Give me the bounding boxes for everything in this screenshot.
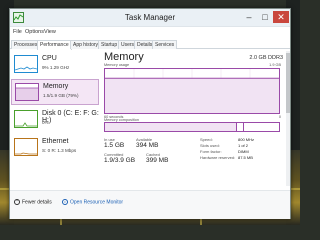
memory-model: 2.0 GB DDR3 — [249, 55, 283, 61]
memory-usage-graph — [105, 69, 279, 113]
stat-value-in-use: 1.5 GB — [104, 142, 125, 149]
open-resource-monitor-link[interactable]: • Open Resource Monitor — [62, 199, 123, 205]
detail-value-form-factor: DIMM — [238, 149, 249, 154]
detail-value-slots: 1 of 2 — [238, 143, 249, 148]
vertical-scrollbar[interactable] — [286, 51, 290, 186]
ethernet-sparkline — [15, 152, 37, 155]
time-axis-end: 0 — [278, 115, 281, 119]
resource-detail: 9% 1.29 GHz — [42, 65, 70, 70]
memory-panel: Memory 2.0 GB DDR3 Memory usage 1.9 GB 6… — [102, 51, 285, 186]
resource-detail: 1.5/1.9 GB (79%) — [43, 93, 79, 98]
stat-value-available: 394 MB — [136, 142, 159, 149]
menu-options[interactable]: Options — [25, 29, 44, 35]
resource-ethernet[interactable]: Ethernet S: 0 R: 1.3 Mbps — [11, 135, 99, 161]
scrollbar-thumb[interactable] — [286, 53, 290, 113]
minimize-button[interactable]: – — [242, 11, 256, 23]
disk-thumbnail-graph — [14, 110, 38, 128]
resource-cpu[interactable]: CPU 9% 1.29 GHz — [11, 52, 99, 78]
memory-usage-label: Memory usage — [104, 63, 130, 67]
stat-value-cached: 399 MB — [146, 157, 169, 164]
resource-name: Ethernet — [42, 138, 69, 145]
ethernet-thumbnail-graph — [14, 138, 38, 156]
stat-value-committed: 1.9/3.9 GB — [104, 157, 136, 164]
memory-thumbnail-graph — [15, 83, 39, 101]
tab-strip: Processes Performance App history Startu… — [10, 39, 290, 50]
menu-bar: File Options View — [10, 28, 290, 38]
cpu-thumbnail-graph — [14, 55, 38, 73]
detail-label-hardware-reserved: Hardware reserved: — [200, 155, 236, 160]
close-button[interactable]: ✕ — [273, 11, 289, 23]
title-bar[interactable]: Task Manager – □ ✕ — [10, 9, 290, 27]
memory-usage-max: 1.9 GB — [269, 63, 281, 67]
task-manager-window: Task Manager – □ ✕ File Options View Pro… — [9, 8, 291, 219]
memory-composition-bar — [104, 122, 280, 132]
fewer-details-label: Fewer details — [22, 199, 52, 206]
open-resource-monitor-label: Open Resource Monitor — [70, 199, 124, 206]
disk-sparkline — [15, 122, 37, 127]
detail-value-speed: 800 MHz — [238, 137, 255, 142]
tab-performance[interactable]: Performance — [37, 40, 72, 50]
tab-processes[interactable]: Processes — [11, 40, 41, 49]
footer-bar: ⌃ Fewer details • Open Resource Monitor — [10, 190, 290, 219]
memory-usage-area — [105, 78, 279, 113]
tab-startup[interactable]: Startup — [98, 40, 121, 49]
composition-modified — [238, 123, 244, 131]
composition-in-use — [105, 123, 237, 131]
resource-detail: 0% — [42, 120, 49, 125]
resource-detail: S: 0 R: 1.3 Mbps — [42, 148, 77, 153]
cpu-sparkline — [14, 66, 38, 71]
resource-name: CPU — [42, 55, 57, 62]
memory-usage-chart — [104, 68, 280, 114]
resource-name: Disk 0 (C: E: F: G: H:) — [42, 110, 99, 124]
resource-list: CPU 9% 1.29 GHz Memory 1.5/1.9 GB (79%) … — [11, 51, 99, 186]
detail-label-slots: Slots used: — [200, 143, 220, 148]
resource-disk[interactable]: Disk 0 (C: E: F: G: H:) 0% — [11, 107, 99, 133]
menu-view[interactable]: View — [44, 29, 56, 35]
fewer-details-link[interactable]: ⌃ Fewer details — [14, 199, 52, 205]
detail-value-hardware-reserved: 87.5 MB — [238, 155, 253, 160]
tab-services[interactable]: Services — [152, 40, 178, 49]
maximize-button[interactable]: □ — [258, 11, 272, 23]
detail-label-speed: Speed: — [200, 137, 213, 142]
tab-app-history[interactable]: App history — [70, 40, 102, 49]
page-title: Memory — [104, 51, 144, 63]
detail-label-form-factor: Form factor: — [200, 149, 222, 154]
menu-file[interactable]: File — [13, 29, 22, 35]
resource-name: Memory — [43, 83, 69, 90]
memory-sparkline — [16, 87, 38, 100]
resource-memory[interactable]: Memory 1.5/1.9 GB (79%) — [11, 79, 99, 105]
resource-monitor-icon: • — [62, 199, 68, 205]
chevron-up-icon: ⌃ — [14, 199, 20, 205]
